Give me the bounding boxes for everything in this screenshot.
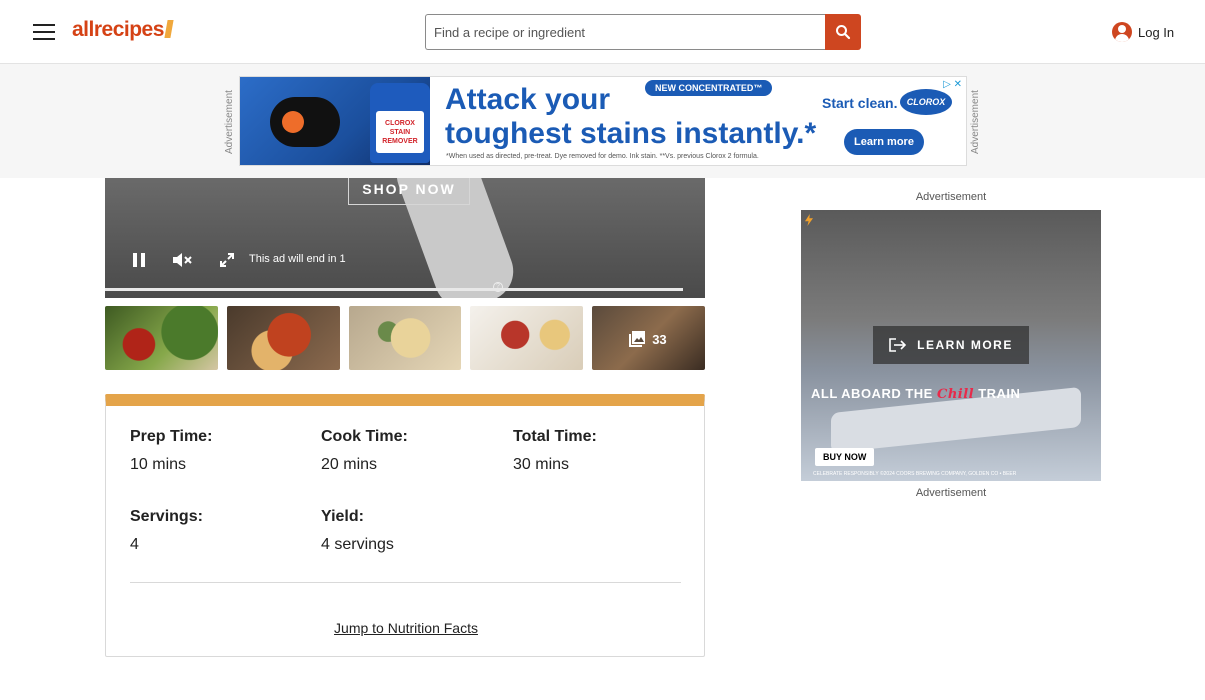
allrecipes-logo[interactable]: allrecipes <box>72 18 174 42</box>
exit-icon <box>889 338 907 352</box>
gallery-more-photos[interactable]: 33 <box>592 306 705 370</box>
photo-library-icon <box>629 331 646 347</box>
hamburger-menu-icon[interactable] <box>33 24 55 40</box>
video-player[interactable]: SHOP NOW This ad will end in 1 ? <box>105 178 705 298</box>
clorox-banner-ad[interactable]: CLOROX STAIN REMOVER NEW CONCENTRATED™ A… <box>239 76 967 166</box>
clorox-logo: CLOROX <box>900 89 952 115</box>
total-time-label: Total Time: <box>513 428 597 445</box>
ad-headline-line2: toughest stains instantly.* <box>445 117 817 150</box>
video-progress-bar[interactable] <box>105 288 683 291</box>
ad-tagline: Start clean. <box>822 95 898 111</box>
sidebar-ad-fine-print: CELEBRATE RESPONSIBLY ©2024 COORS BREWIN… <box>813 471 1017 477</box>
ad-headline: Attack your toughest stains instantly.* <box>445 83 816 151</box>
sidebar-ad-headline: ALL ABOARD THE Chill TRAIN <box>811 386 1021 402</box>
photo-gallery-strip: 33 <box>105 306 705 370</box>
video-shop-now[interactable]: SHOP NOW <box>348 178 470 205</box>
yield-label: Yield: <box>321 508 364 525</box>
gallery-thumbnail[interactable] <box>470 306 584 370</box>
ad-learn-more-button[interactable]: Learn more <box>844 129 924 155</box>
sidebar-learn-more-label: LEARN MORE <box>917 338 1013 352</box>
servings-value: 4 <box>130 536 139 553</box>
ad-countdown: This ad will end in 1 <box>249 253 346 265</box>
ad-headline-line1: Attack your <box>445 83 611 116</box>
muted-volume-icon[interactable] <box>171 250 193 270</box>
account-icon <box>1112 22 1132 42</box>
lightning-icon <box>805 214 813 226</box>
search-button[interactable] <box>825 14 861 50</box>
sidebar-ad[interactable]: LEARN MORE ALL ABOARD THE Chill TRAIN BU… <box>801 210 1101 481</box>
site-header: allrecipes Log In <box>0 0 1205 64</box>
top-ad-band: Advertisement Advertisement CLOROX STAIN… <box>0 64 1205 178</box>
gallery-thumbnail[interactable] <box>226 306 340 370</box>
cook-time-value: 20 mins <box>321 456 378 473</box>
servings-label: Servings: <box>130 508 203 525</box>
bottle-label: CLOROX STAIN REMOVER <box>376 111 424 153</box>
sidebar-ad-label-top: Advertisement <box>915 191 987 203</box>
yield-value: 4 servings <box>321 536 394 553</box>
glove-image <box>270 97 340 147</box>
cook-time-label: Cook Time: <box>321 428 408 445</box>
photo-count-value: 33 <box>652 331 667 347</box>
photo-count: 33 <box>628 330 667 348</box>
fullscreen-icon[interactable] <box>216 250 238 270</box>
stain-ball-image <box>282 111 304 133</box>
adchoices-icon[interactable]: ▷ ✕ <box>943 79 962 90</box>
jump-to-nutrition-link[interactable]: Jump to Nutrition Facts <box>106 620 706 636</box>
sidebar-ad-label-bottom: Advertisement <box>915 487 987 499</box>
login-label: Log In <box>1138 24 1175 40</box>
search-icon <box>836 25 851 40</box>
prep-time-value: 10 mins <box>130 456 187 473</box>
total-time-value: 30 mins <box>513 456 570 473</box>
divider <box>130 582 681 583</box>
recipe-details-card: Prep Time: 10 mins Cook Time: 20 mins To… <box>105 394 705 657</box>
search-input[interactable] <box>425 14 825 50</box>
sidebar-learn-more-button[interactable]: LEARN MORE <box>873 326 1029 364</box>
pause-icon[interactable] <box>128 250 150 270</box>
gallery-thumbnail[interactable] <box>348 306 462 370</box>
ad-side-label-right: Advertisement <box>970 90 981 154</box>
ad-side-label-left: Advertisement <box>224 90 235 154</box>
ad-fine-print: *When used as directed, pre-treat. Dye r… <box>446 153 759 160</box>
buy-now-button[interactable]: BUY NOW <box>815 448 875 466</box>
ad-image: CLOROX STAIN REMOVER <box>240 77 430 165</box>
search-bar <box>425 14 861 50</box>
login-button[interactable]: Log In <box>1112 22 1174 42</box>
prep-time-label: Prep Time: <box>130 428 213 445</box>
gallery-thumbnail[interactable] <box>105 306 218 370</box>
